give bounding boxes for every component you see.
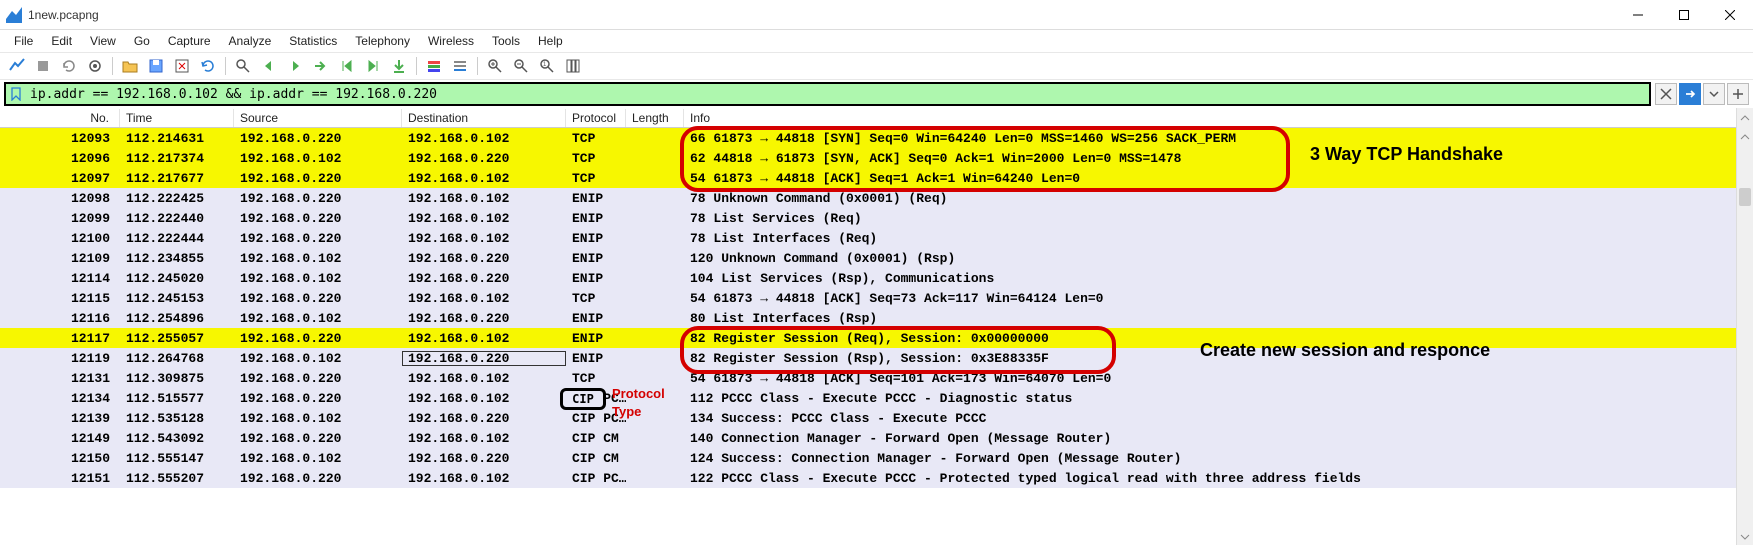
menu-tools[interactable]: Tools <box>484 32 528 50</box>
table-row[interactable]: 12150112.555147192.168.0.102192.168.0.22… <box>0 448 1753 468</box>
restart-capture-icon[interactable] <box>58 55 80 77</box>
header-time[interactable]: Time <box>120 109 234 127</box>
table-row[interactable]: 12114112.245020192.168.0.102192.168.0.22… <box>0 268 1753 288</box>
zoom-in-icon[interactable] <box>484 55 506 77</box>
titlebar: 1new.pcapng <box>0 0 1753 30</box>
menu-view[interactable]: View <box>82 32 124 50</box>
go-forward-icon[interactable] <box>284 55 306 77</box>
filter-bar <box>0 80 1753 108</box>
header-source[interactable]: Source <box>234 109 402 127</box>
resize-columns-icon[interactable] <box>562 55 584 77</box>
colorize-icon[interactable] <box>423 55 445 77</box>
reload-icon[interactable] <box>197 55 219 77</box>
menu-help[interactable]: Help <box>530 32 571 50</box>
table-row[interactable]: 12116112.254896192.168.0.102192.168.0.22… <box>0 308 1753 328</box>
column-headers: No. Time Source Destination Protocol Len… <box>0 108 1753 128</box>
menu-capture[interactable]: Capture <box>160 32 219 50</box>
clear-filter-icon[interactable] <box>1655 83 1677 105</box>
table-row[interactable]: 12098112.222425192.168.0.220192.168.0.10… <box>0 188 1753 208</box>
save-file-icon[interactable] <box>145 55 167 77</box>
autoscroll-live-icon[interactable] <box>449 55 471 77</box>
table-row[interactable]: 12131112.309875192.168.0.220192.168.0.10… <box>0 368 1753 388</box>
menubar: File Edit View Go Capture Analyze Statis… <box>0 30 1753 52</box>
apply-filter-icon[interactable] <box>1679 83 1701 105</box>
minimize-button[interactable] <box>1615 0 1661 30</box>
maximize-button[interactable] <box>1661 0 1707 30</box>
table-row[interactable]: 12093112.214631192.168.0.220192.168.0.10… <box>0 128 1753 148</box>
table-row[interactable]: 12115112.245153192.168.0.220192.168.0.10… <box>0 288 1753 308</box>
table-row[interactable]: 12117112.255057192.168.0.220192.168.0.10… <box>0 328 1753 348</box>
toolbar: 1 <box>0 52 1753 80</box>
menu-file[interactable]: File <box>6 32 41 50</box>
display-filter-wrap <box>4 82 1651 106</box>
filter-history-icon[interactable] <box>1703 83 1725 105</box>
table-row[interactable]: 12119112.264768192.168.0.102192.168.0.22… <box>0 348 1753 368</box>
table-row[interactable]: 12134112.515577192.168.0.220192.168.0.10… <box>0 388 1753 408</box>
add-filter-button-icon[interactable] <box>1727 83 1749 105</box>
bookmark-icon[interactable] <box>6 87 26 101</box>
table-row[interactable]: 12151112.555207192.168.0.220192.168.0.10… <box>0 468 1753 488</box>
find-icon[interactable] <box>232 55 254 77</box>
menu-telephony[interactable]: Telephony <box>347 32 418 50</box>
go-last-icon[interactable] <box>362 55 384 77</box>
menu-statistics[interactable]: Statistics <box>281 32 345 50</box>
vertical-scrollbar[interactable] <box>1736 128 1753 545</box>
zoom-reset-icon[interactable]: 1 <box>536 55 558 77</box>
table-row[interactable]: 12097112.217677192.168.0.220192.168.0.10… <box>0 168 1753 188</box>
table-row[interactable]: 12100112.222444192.168.0.220192.168.0.10… <box>0 228 1753 248</box>
menu-edit[interactable]: Edit <box>43 32 80 50</box>
header-no[interactable]: No. <box>0 109 120 127</box>
menu-analyze[interactable]: Analyze <box>221 32 280 50</box>
table-row[interactable]: 12109112.234855192.168.0.102192.168.0.22… <box>0 248 1753 268</box>
close-file-icon[interactable] <box>171 55 193 77</box>
table-row[interactable]: 12096112.217374192.168.0.102192.168.0.22… <box>0 148 1753 168</box>
menu-go[interactable]: Go <box>126 32 158 50</box>
open-file-icon[interactable] <box>119 55 141 77</box>
packet-list: No. Time Source Destination Protocol Len… <box>0 108 1753 545</box>
go-first-icon[interactable] <box>336 55 358 77</box>
header-destination[interactable]: Destination <box>402 109 566 127</box>
header-protocol[interactable]: Protocol <box>566 109 626 127</box>
header-info[interactable]: Info <box>684 109 1753 127</box>
close-button[interactable] <box>1707 0 1753 30</box>
zoom-out-icon[interactable] <box>510 55 532 77</box>
start-capture-icon[interactable] <box>6 55 28 77</box>
app-icon <box>6 7 22 23</box>
table-row[interactable]: 12149112.543092192.168.0.220192.168.0.10… <box>0 428 1753 448</box>
table-row[interactable]: 12139112.535128192.168.0.102192.168.0.22… <box>0 408 1753 428</box>
table-row[interactable]: 12099112.222440192.168.0.220192.168.0.10… <box>0 208 1753 228</box>
display-filter-input[interactable] <box>26 85 1649 104</box>
header-length[interactable]: Length <box>626 109 684 127</box>
header-scroll-corner <box>1736 108 1753 128</box>
scroll-down-icon[interactable] <box>1737 528 1753 545</box>
auto-scroll-icon[interactable] <box>388 55 410 77</box>
scroll-thumb[interactable] <box>1739 188 1751 206</box>
go-back-icon[interactable] <box>258 55 280 77</box>
stop-capture-icon[interactable] <box>32 55 54 77</box>
window-title: 1new.pcapng <box>28 8 1615 22</box>
menu-wireless[interactable]: Wireless <box>420 32 482 50</box>
scroll-up-icon[interactable] <box>1737 128 1753 145</box>
go-to-packet-icon[interactable] <box>310 55 332 77</box>
capture-options-icon[interactable] <box>84 55 106 77</box>
